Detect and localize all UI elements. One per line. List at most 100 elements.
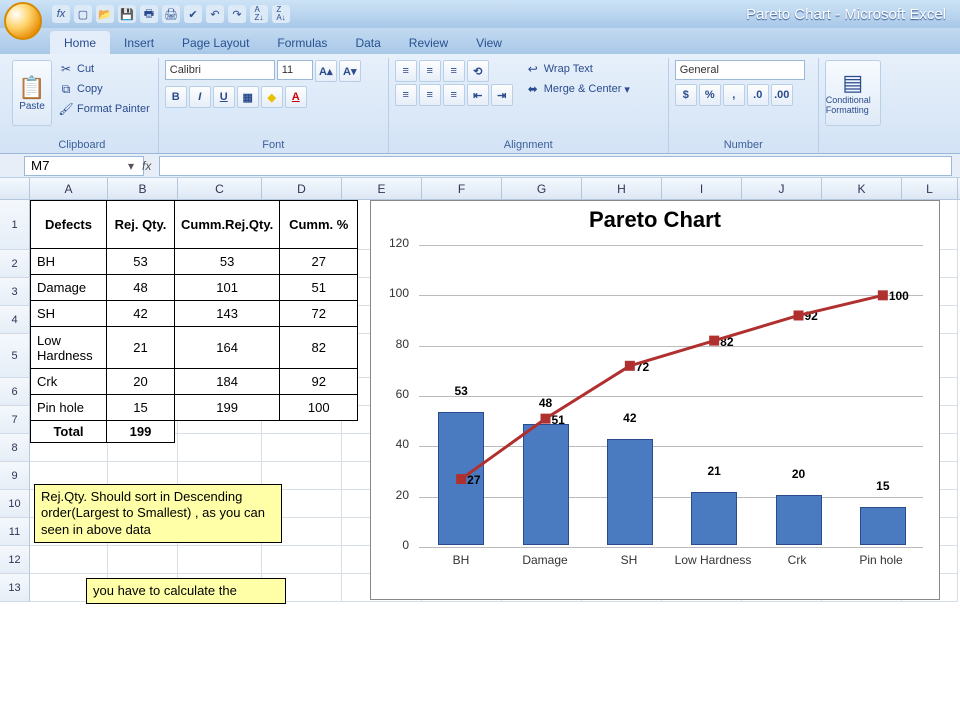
- dec-decimal-button[interactable]: .00: [771, 84, 793, 106]
- undo-icon[interactable]: ↶: [206, 5, 224, 23]
- paste-button[interactable]: 📋 Paste: [12, 60, 52, 126]
- row-header-12[interactable]: 12: [0, 546, 30, 574]
- plot-area: 5348422120152751728292100: [419, 245, 923, 545]
- open-icon[interactable]: 📂: [96, 5, 114, 23]
- col-header-C[interactable]: C: [178, 178, 262, 199]
- conditional-formatting-button[interactable]: ▤ Conditional Formatting: [825, 60, 881, 126]
- wrap-icon: ↩: [525, 61, 541, 77]
- spell-icon[interactable]: ✔: [184, 5, 202, 23]
- wrap-text-button[interactable]: ↩Wrap Text: [523, 60, 632, 78]
- quickprint-icon[interactable]: 🖨: [162, 5, 180, 23]
- indent-dec-button[interactable]: ⇤: [467, 84, 489, 106]
- align-left-button[interactable]: ≡: [395, 84, 417, 106]
- number-format-combo[interactable]: [675, 60, 805, 80]
- border-button[interactable]: ▦: [237, 86, 259, 108]
- row-header-10[interactable]: 10: [0, 490, 30, 518]
- tab-data[interactable]: Data: [341, 31, 394, 54]
- align-middle-button[interactable]: ≡: [419, 60, 441, 82]
- row-header-5[interactable]: 5: [0, 334, 30, 378]
- comma-button[interactable]: ,: [723, 84, 745, 106]
- align-bottom-button[interactable]: ≡: [443, 60, 465, 82]
- font-color-button[interactable]: A: [285, 86, 307, 108]
- col-header-G[interactable]: G: [502, 178, 582, 199]
- col-header-F[interactable]: F: [422, 178, 502, 199]
- group-alignment: ≡ ≡ ≡ ⟲ ≡ ≡ ≡ ⇤ ⇥ ↩Wrap Text ⬌Merge & Ce…: [389, 58, 669, 153]
- col-header-E[interactable]: E: [342, 178, 422, 199]
- underline-button[interactable]: U: [213, 86, 235, 108]
- new-icon[interactable]: ▢: [74, 5, 92, 23]
- indent-inc-button[interactable]: ⇥: [491, 84, 513, 106]
- align-right-button[interactable]: ≡: [443, 84, 465, 106]
- row-header-9[interactable]: 9: [0, 462, 30, 490]
- align-center-button[interactable]: ≡: [419, 84, 441, 106]
- tab-insert[interactable]: Insert: [110, 31, 168, 54]
- cut-button[interactable]: ✂Cut: [56, 60, 152, 78]
- tab-view[interactable]: View: [462, 31, 516, 54]
- row-header-7[interactable]: 7: [0, 406, 30, 434]
- row-header-8[interactable]: 8: [0, 434, 30, 462]
- fx-icon[interactable]: fx: [142, 159, 151, 173]
- tab-formulas[interactable]: Formulas: [263, 31, 341, 54]
- line-marker[interactable]: [709, 336, 719, 346]
- italic-button[interactable]: I: [189, 86, 211, 108]
- dropdown-icon[interactable]: ▾: [128, 159, 134, 173]
- col-header-K[interactable]: K: [822, 178, 902, 199]
- currency-button[interactable]: $: [675, 84, 697, 106]
- print-icon[interactable]: 🖶: [140, 5, 158, 23]
- col-header-D[interactable]: D: [262, 178, 342, 199]
- x-label: SH: [587, 549, 671, 599]
- formula-input[interactable]: [159, 156, 952, 176]
- tab-home[interactable]: Home: [50, 31, 110, 54]
- grow-font-button[interactable]: A▴: [315, 60, 337, 82]
- line-marker[interactable]: [878, 290, 888, 300]
- x-label: Damage: [503, 549, 587, 599]
- col-header-L[interactable]: L: [902, 178, 958, 199]
- group-label: Clipboard: [12, 137, 152, 153]
- col-header-B[interactable]: B: [108, 178, 178, 199]
- row-header-4[interactable]: 4: [0, 306, 30, 334]
- line-marker[interactable]: [541, 414, 551, 424]
- window-title: Pareto Chart - Microsoft Excel: [290, 6, 960, 23]
- fill-color-button[interactable]: ◆: [261, 86, 283, 108]
- sort-asc-icon[interactable]: AZ↓: [250, 5, 268, 23]
- office-button[interactable]: [4, 2, 42, 40]
- name-box[interactable]: [24, 156, 144, 176]
- row-header-13[interactable]: 13: [0, 574, 30, 602]
- fx-icon[interactable]: fx: [52, 5, 70, 23]
- redo-icon[interactable]: ↷: [228, 5, 246, 23]
- col-header-J[interactable]: J: [742, 178, 822, 199]
- group-label: Number: [675, 137, 812, 153]
- align-top-button[interactable]: ≡: [395, 60, 417, 82]
- chart[interactable]: Pareto Chart 020406080100120 53484221201…: [370, 200, 940, 600]
- save-icon[interactable]: 💾: [118, 5, 136, 23]
- line-marker[interactable]: [625, 361, 635, 371]
- sort-desc-icon[interactable]: ZA↓: [272, 5, 290, 23]
- merge-center-button[interactable]: ⬌Merge & Center ▾: [523, 80, 632, 98]
- paste-label: Paste: [19, 101, 45, 112]
- row-header-1[interactable]: 1: [0, 200, 30, 250]
- col-header-A[interactable]: A: [30, 178, 108, 199]
- line-marker[interactable]: [794, 310, 804, 320]
- bold-button[interactable]: B: [165, 86, 187, 108]
- percent-button[interactable]: %: [699, 84, 721, 106]
- font-name-combo[interactable]: [165, 60, 275, 80]
- col-header-H[interactable]: H: [582, 178, 662, 199]
- font-size-combo[interactable]: [277, 60, 313, 80]
- tab-review[interactable]: Review: [395, 31, 462, 54]
- row-header-6[interactable]: 6: [0, 378, 30, 406]
- shrink-font-button[interactable]: A▾: [339, 60, 361, 82]
- inc-decimal-button[interactable]: .0: [747, 84, 769, 106]
- format-painter-button[interactable]: 🖌Format Painter: [56, 100, 152, 118]
- orientation-button[interactable]: ⟲: [467, 60, 489, 82]
- tab-page-layout[interactable]: Page Layout: [168, 31, 263, 54]
- scissors-icon: ✂: [58, 61, 74, 77]
- line-marker[interactable]: [456, 474, 466, 484]
- row-header-11[interactable]: 11: [0, 518, 30, 546]
- row-header-2[interactable]: 2: [0, 250, 30, 278]
- cumulative-line[interactable]: [461, 295, 883, 479]
- select-all-button[interactable]: [0, 178, 30, 199]
- copy-button[interactable]: ⧉Copy: [56, 80, 152, 98]
- col-header-I[interactable]: I: [662, 178, 742, 199]
- row-header-3[interactable]: 3: [0, 278, 30, 306]
- merge-icon: ⬌: [525, 81, 541, 97]
